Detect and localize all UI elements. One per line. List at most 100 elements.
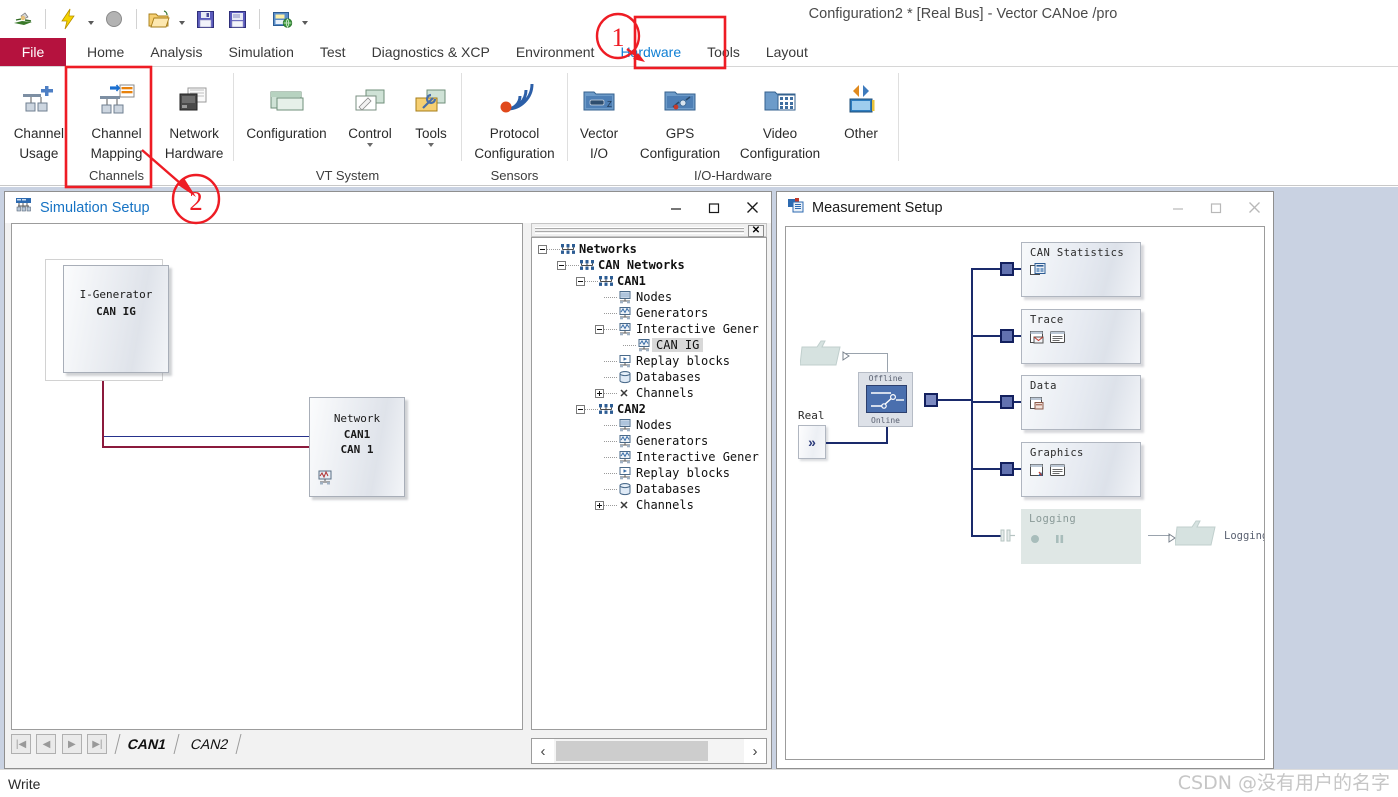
gps-configuration-button[interactable]: GPS Configuration — [630, 73, 730, 163]
sheet-nav-first[interactable]: |◀ — [11, 734, 31, 754]
tab-simulation[interactable]: Simulation — [216, 38, 307, 66]
sheet-tab-can2[interactable]: CAN2 — [178, 734, 243, 754]
measurement-setup-titlebar[interactable]: Measurement Setup — [777, 192, 1273, 223]
sheet-nav-previous[interactable]: ◀ — [36, 734, 57, 754]
data-window-icon[interactable] — [1030, 396, 1046, 416]
measurement-minimize-button[interactable] — [1159, 192, 1197, 223]
tree-expand-icon[interactable] — [595, 500, 604, 510]
can-statistics-port[interactable] — [1000, 262, 1014, 276]
tree-node[interactable]: Channels — [532, 497, 766, 513]
tree-node[interactable]: CAN2 — [532, 401, 766, 417]
tree-collapse-icon[interactable] — [595, 324, 604, 334]
vt-configuration-button[interactable]: Configuration — [234, 73, 339, 143]
tab-home[interactable]: Home — [74, 38, 137, 66]
tree-node[interactable]: Generators — [532, 433, 766, 449]
tab-diagnostics-xcp[interactable]: Diagnostics & XCP — [359, 38, 503, 66]
simulation-minimize-button[interactable] — [657, 192, 695, 223]
trace-block[interactable]: Trace — [1021, 309, 1141, 364]
vector-io-button[interactable]: Z Vector I/O — [568, 73, 630, 163]
video-configuration-button[interactable]: Video Configuration — [730, 73, 830, 163]
tree-splitter[interactable]: ✕ — [531, 223, 767, 237]
sheet-nav-last[interactable]: ▶| — [87, 734, 108, 754]
tab-tools[interactable]: Tools — [694, 38, 753, 66]
sheet-nav-next[interactable]: ▶ — [61, 734, 82, 754]
igenerator-node[interactable]: I-Generator CAN IG — [63, 265, 169, 373]
tab-environment[interactable]: Environment — [503, 38, 608, 66]
save-configuration-icon[interactable] — [190, 5, 220, 33]
stop-measurement-icon[interactable] — [99, 5, 129, 33]
tab-file[interactable]: File — [0, 38, 66, 66]
tree-node[interactable]: CAN Networks — [532, 257, 766, 273]
tree-node[interactable]: Interactive Gener — [532, 321, 766, 337]
tree-horizontal-scrollbar[interactable]: ‹ › — [531, 738, 767, 764]
trace-port[interactable] — [1000, 329, 1014, 343]
network-hardware-button[interactable]: Network Hardware — [155, 73, 233, 163]
vt-control-dropdown-caret[interactable] — [339, 143, 401, 153]
tree-scroll-right-arrow[interactable]: › — [744, 739, 766, 763]
pause-icon[interactable] — [1053, 532, 1067, 551]
graphics-window-icon[interactable] — [1030, 463, 1046, 483]
tree-node[interactable]: Replay blocks — [532, 353, 766, 369]
measurement-main-port[interactable] — [924, 393, 938, 407]
tree-node[interactable]: Networks — [532, 241, 766, 257]
simulation-diagram-canvas[interactable]: I-Generator CAN IG Network CAN1 CAN 1 — [11, 223, 523, 730]
customize-qat-caret[interactable] — [299, 5, 311, 33]
simulation-setup-titlebar[interactable]: Simulation Setup — [5, 192, 771, 223]
tree-node[interactable]: CAN IG — [532, 337, 766, 353]
tree-node[interactable]: Channels — [532, 385, 766, 401]
tree-node[interactable]: CAN1 — [532, 273, 766, 289]
tree-close-button[interactable]: ✕ — [748, 225, 764, 237]
graphics-list-icon[interactable] — [1050, 463, 1066, 483]
offline-online-switch[interactable]: Offline Online — [858, 372, 913, 427]
can-statistics-block[interactable]: CAN Statistics — [1021, 242, 1141, 297]
tree-collapse-icon[interactable] — [576, 404, 585, 414]
real-source-button[interactable]: » — [798, 425, 826, 459]
tree-collapse-icon[interactable] — [538, 244, 547, 254]
measurement-maximize-button[interactable] — [1197, 192, 1235, 223]
tree-scroll-track[interactable] — [554, 739, 744, 763]
data-block[interactable]: Data — [1021, 375, 1141, 430]
logging-disabled-port-icon[interactable] — [1000, 528, 1016, 548]
graphics-port[interactable] — [1000, 462, 1014, 476]
tree-node[interactable]: Databases — [532, 369, 766, 385]
network-node[interactable]: Network CAN1 CAN 1 — [309, 397, 405, 497]
sheet-tab-can1[interactable]: CAN1 — [114, 734, 180, 754]
trace-window-icon[interactable] — [1030, 330, 1046, 350]
tab-analysis[interactable]: Analysis — [137, 38, 215, 66]
tree-node[interactable]: Interactive Gener — [532, 449, 766, 465]
logging-output-folder-icon[interactable] — [1174, 517, 1217, 554]
graphics-block[interactable]: Graphics — [1021, 442, 1141, 497]
vt-tools-button[interactable]: Tools — [401, 73, 461, 153]
start-dropdown-caret[interactable] — [85, 5, 97, 33]
tab-layout[interactable]: Layout — [753, 38, 821, 66]
other-io-button[interactable]: Other — [830, 73, 892, 143]
channel-usage-button[interactable]: Channel Usage — [0, 73, 78, 163]
measurement-close-button[interactable] — [1235, 192, 1273, 223]
statistics-icon[interactable] — [1030, 263, 1046, 283]
offline-source-folder-icon[interactable] — [799, 337, 842, 374]
vt-control-button[interactable]: Control — [339, 73, 401, 153]
tree-collapse-icon[interactable] — [557, 260, 566, 270]
tree-node[interactable]: Replay blocks — [532, 465, 766, 481]
tree-node[interactable]: Nodes — [532, 417, 766, 433]
tree-node[interactable]: Nodes — [532, 289, 766, 305]
tree-node[interactable]: Generators — [532, 305, 766, 321]
open-configuration-icon[interactable] — [144, 5, 174, 33]
vt-tools-dropdown-caret[interactable] — [401, 143, 461, 153]
save-with-options-icon[interactable] — [267, 5, 297, 33]
network-tree[interactable]: Networks CAN Networks CAN1 Nodes Generators I… — [531, 237, 767, 730]
tree-scroll-thumb[interactable] — [556, 741, 708, 761]
channel-mapping-button[interactable]: Channel Mapping — [78, 73, 156, 163]
simulation-close-button[interactable] — [733, 192, 771, 223]
simulation-maximize-button[interactable] — [695, 192, 733, 223]
tree-scroll-left-arrow[interactable]: ‹ — [532, 739, 554, 763]
tree-expand-icon[interactable] — [595, 388, 604, 398]
tree-collapse-icon[interactable] — [576, 276, 585, 286]
protocol-configuration-button[interactable]: Protocol Configuration — [464, 73, 566, 163]
canoe-logo-icon[interactable] — [8, 5, 38, 33]
trace-list-icon[interactable] — [1050, 330, 1066, 350]
tree-node[interactable]: Databases — [532, 481, 766, 497]
open-dropdown-caret[interactable] — [176, 5, 188, 33]
tab-test[interactable]: Test — [307, 38, 359, 66]
record-icon[interactable] — [1029, 532, 1043, 551]
